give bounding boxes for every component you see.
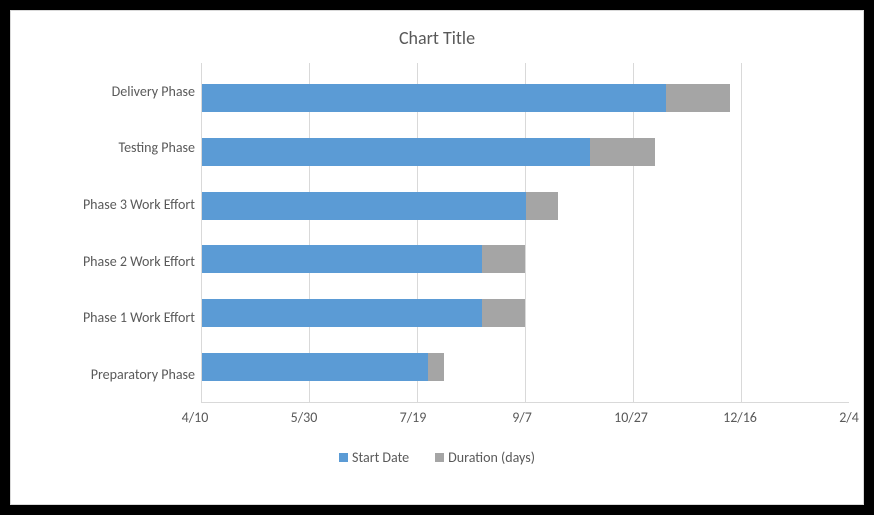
bar-segment-start-date	[202, 299, 482, 327]
bar-segment-start-date	[202, 245, 482, 273]
bar-segment-start-date	[202, 353, 428, 381]
y-tick-label: Phase 2 Work Effort	[83, 253, 195, 270]
bar-row	[202, 296, 849, 330]
chart-frame: Chart Title Delivery Phase Testing Phase P…	[0, 0, 874, 515]
y-tick-label: Phase 1 Work Effort	[83, 309, 195, 326]
legend-swatch-duration	[435, 453, 444, 462]
legend-label: Duration (days)	[448, 449, 535, 466]
x-tick-label: 4/10	[182, 409, 209, 426]
bar-segment-start-date	[202, 138, 590, 166]
bar-row	[202, 81, 849, 115]
legend-label: Start Date	[352, 449, 409, 466]
x-tick-label: 10/27	[614, 409, 648, 426]
y-tick-label: Preparatory Phase	[91, 366, 195, 383]
y-tick-label: Delivery Phase	[112, 83, 195, 100]
y-axis-labels: Delivery Phase Testing Phase Phase 3 Work …	[25, 63, 201, 403]
bar-segment-start-date	[202, 84, 666, 112]
bar-row	[202, 189, 849, 223]
x-tick-label: 12/16	[723, 409, 757, 426]
legend-item-duration: Duration (days)	[435, 449, 535, 466]
x-tick-label: 7/19	[400, 409, 427, 426]
bar-segment-duration	[666, 84, 731, 112]
bar-segment-duration	[482, 245, 525, 273]
legend-item-start-date: Start Date	[339, 449, 409, 466]
y-tick-label: Phase 3 Work Effort	[83, 196, 195, 213]
x-tick-label: 9/7	[512, 409, 532, 426]
bar-segment-start-date	[202, 192, 526, 220]
bar-segment-duration	[526, 192, 558, 220]
bar-segment-duration	[482, 299, 525, 327]
x-axis-labels: 4/105/307/199/710/2712/162/4	[195, 409, 849, 429]
bar-segment-duration	[428, 353, 443, 381]
x-tick-label: 5/30	[291, 409, 318, 426]
chart-title: Chart Title	[25, 27, 849, 49]
bar-row	[202, 350, 849, 384]
plot-area: Delivery Phase Testing Phase Phase 3 Work …	[25, 63, 849, 403]
x-tick-label: 2/4	[839, 409, 859, 426]
plot	[201, 63, 849, 403]
bar-row	[202, 242, 849, 276]
bar-segment-duration	[590, 138, 655, 166]
legend: Start Date Duration (days)	[25, 449, 849, 466]
legend-swatch-start-date	[339, 453, 348, 462]
chart-card: Chart Title Delivery Phase Testing Phase P…	[10, 10, 864, 505]
bars-container	[202, 63, 849, 402]
bar-row	[202, 135, 849, 169]
y-tick-label: Testing Phase	[118, 139, 195, 156]
